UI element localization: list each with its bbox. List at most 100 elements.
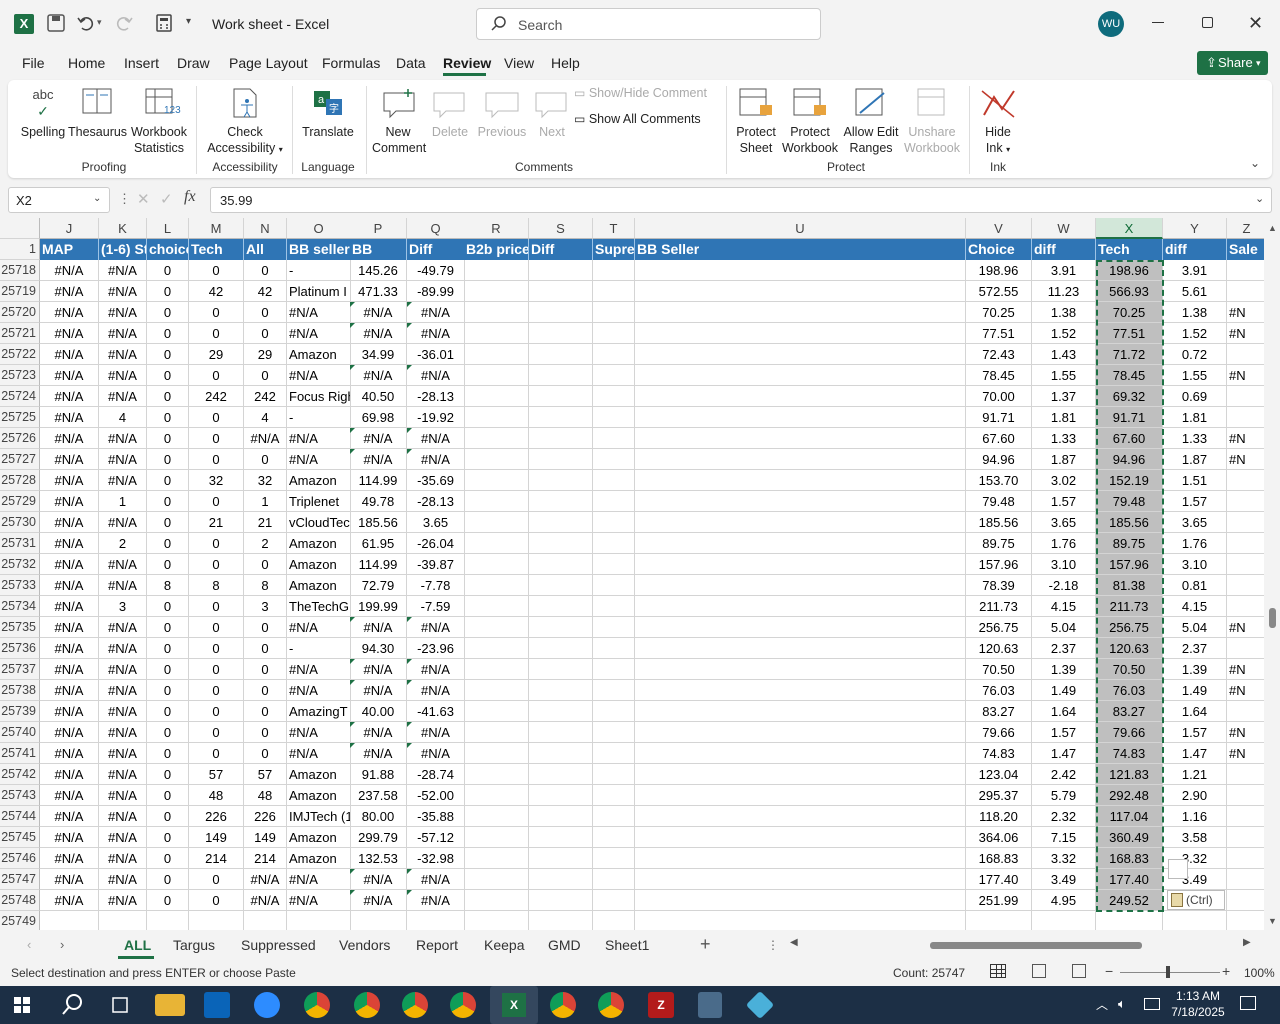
undo-dropdown-icon[interactable]: ▾ — [97, 17, 102, 28]
table-cell[interactable]: 0 — [147, 386, 189, 407]
table-cell[interactable] — [529, 365, 593, 386]
table-cell[interactable]: 5.61 — [1163, 281, 1227, 302]
table-cell[interactable] — [593, 659, 635, 680]
header-cell[interactable]: BB sellers — [287, 239, 351, 260]
row-header[interactable]: 25732 — [0, 554, 40, 575]
table-cell[interactable] — [593, 470, 635, 491]
row-header[interactable]: 25728 — [0, 470, 40, 491]
table-cell[interactable] — [593, 365, 635, 386]
table-cell[interactable]: 185.56 — [350, 512, 407, 533]
table-cell[interactable] — [464, 680, 529, 701]
tab-scroll-right-icon[interactable]: › — [60, 937, 64, 952]
table-cell[interactable]: 1.55 — [1163, 365, 1227, 386]
table-cell[interactable]: 8 — [244, 575, 287, 596]
zoom-in-icon[interactable]: + — [1222, 963, 1230, 979]
network-icon[interactable] — [1144, 998, 1160, 1010]
table-cell[interactable]: -32.98 — [407, 848, 465, 869]
table-cell[interactable]: 72.79 — [350, 575, 407, 596]
table-cell[interactable]: 48 — [189, 785, 244, 806]
table-cell[interactable]: #N/A — [350, 743, 407, 764]
table-cell[interactable]: Amazon — [287, 848, 351, 869]
header-cell[interactable]: All — [244, 239, 287, 260]
table-cell[interactable] — [1227, 281, 1264, 302]
app-diamond-icon[interactable] — [745, 990, 775, 1020]
table-cell[interactable] — [593, 890, 635, 911]
table-cell[interactable] — [635, 785, 966, 806]
table-cell[interactable] — [529, 638, 593, 659]
sheet-tab-sheet1[interactable]: Sheet1 — [605, 937, 649, 953]
table-cell[interactable]: 237.58 — [350, 785, 407, 806]
table-cell[interactable]: #N/A — [40, 680, 99, 701]
table-cell[interactable]: 0 — [244, 638, 287, 659]
table-cell[interactable]: 0 — [147, 596, 189, 617]
table-cell[interactable]: -28.13 — [407, 491, 465, 512]
table-cell[interactable]: #N/A — [40, 260, 99, 281]
column-header-l[interactable]: L — [147, 218, 189, 239]
table-cell[interactable]: #N/A — [407, 722, 465, 743]
table-cell[interactable]: -49.79 — [407, 260, 465, 281]
table-cell[interactable]: #N/A — [99, 302, 147, 323]
table-cell[interactable]: 214 — [244, 848, 287, 869]
table-cell[interactable]: 74.83 — [966, 743, 1032, 764]
row-header[interactable]: 25733 — [0, 575, 40, 596]
table-cell[interactable]: #N/A — [40, 491, 99, 512]
table-cell[interactable] — [635, 764, 966, 785]
table-cell[interactable]: #N/A — [40, 806, 99, 827]
table-cell[interactable]: 3.58 — [1163, 827, 1227, 848]
table-cell[interactable]: 1.52 — [1032, 323, 1096, 344]
protect-workbook-button[interactable]: Protect Workbook — [780, 84, 840, 156]
table-cell[interactable]: #N/A — [40, 701, 99, 722]
table-cell[interactable]: #N/A — [99, 743, 147, 764]
table-cell[interactable] — [464, 911, 529, 930]
table-cell[interactable]: #N/A — [40, 890, 99, 911]
table-cell[interactable]: -7.59 — [407, 596, 465, 617]
table-cell[interactable] — [635, 827, 966, 848]
table-cell[interactable]: #N/A — [40, 575, 99, 596]
table-cell[interactable]: #N/A — [350, 680, 407, 701]
table-cell[interactable]: 211.73 — [966, 596, 1032, 617]
header-cell[interactable]: BB Seller — [635, 239, 966, 260]
table-cell[interactable]: #N/A — [40, 848, 99, 869]
table-cell[interactable]: #N/A — [407, 449, 465, 470]
table-cell[interactable] — [529, 260, 593, 281]
table-cell[interactable] — [529, 386, 593, 407]
hscroll-left-icon[interactable]: ◀ — [790, 937, 798, 948]
table-cell[interactable]: #N/A — [99, 890, 147, 911]
confirm-entry-icon[interactable]: ✓ — [160, 190, 173, 208]
table-cell[interactable] — [529, 911, 593, 930]
table-cell[interactable]: 0 — [147, 512, 189, 533]
table-cell[interactable]: #N/A — [99, 449, 147, 470]
table-cell[interactable] — [464, 575, 529, 596]
table-cell[interactable]: 0 — [189, 659, 244, 680]
table-cell[interactable]: 153.70 — [966, 470, 1032, 491]
table-cell[interactable]: #N/A — [40, 764, 99, 785]
table-cell[interactable]: -52.00 — [407, 785, 465, 806]
table-cell[interactable]: 120.63 — [966, 638, 1032, 659]
row-header[interactable]: 25746 — [0, 848, 40, 869]
table-cell[interactable] — [464, 491, 529, 512]
table-cell[interactable]: #N/A — [40, 596, 99, 617]
zoom-out-icon[interactable]: − — [1105, 963, 1113, 979]
taskbar-search-icon[interactable] — [54, 989, 90, 1021]
table-cell[interactable]: 76.03 — [1096, 680, 1163, 701]
table-cell[interactable]: TheTechG — [287, 596, 351, 617]
table-cell[interactable] — [635, 344, 966, 365]
table-cell[interactable]: 81.38 — [1096, 575, 1163, 596]
table-cell[interactable]: -19.92 — [407, 407, 465, 428]
sheet-tab-targus[interactable]: Targus — [173, 937, 215, 953]
name-box[interactable]: X2 ⌄ — [8, 187, 110, 213]
table-cell[interactable]: #N/A — [40, 659, 99, 680]
table-cell[interactable]: 2 — [244, 533, 287, 554]
table-cell[interactable]: 360.49 — [1096, 827, 1163, 848]
table-cell[interactable]: 0 — [147, 491, 189, 512]
tab-scroll-left-icon[interactable]: ‹ — [27, 937, 31, 952]
table-cell[interactable]: 1.16 — [1163, 806, 1227, 827]
table-cell[interactable]: 83.27 — [966, 701, 1032, 722]
chrome-profile-icon[interactable] — [598, 992, 624, 1018]
zoom-slider[interactable] — [1120, 972, 1220, 973]
table-cell[interactable]: 0 — [189, 323, 244, 344]
table-cell[interactable]: 1.38 — [1163, 302, 1227, 323]
table-cell[interactable]: #N/A — [99, 344, 147, 365]
table-cell[interactable] — [593, 554, 635, 575]
table-cell[interactable]: 2.32 — [1032, 806, 1096, 827]
